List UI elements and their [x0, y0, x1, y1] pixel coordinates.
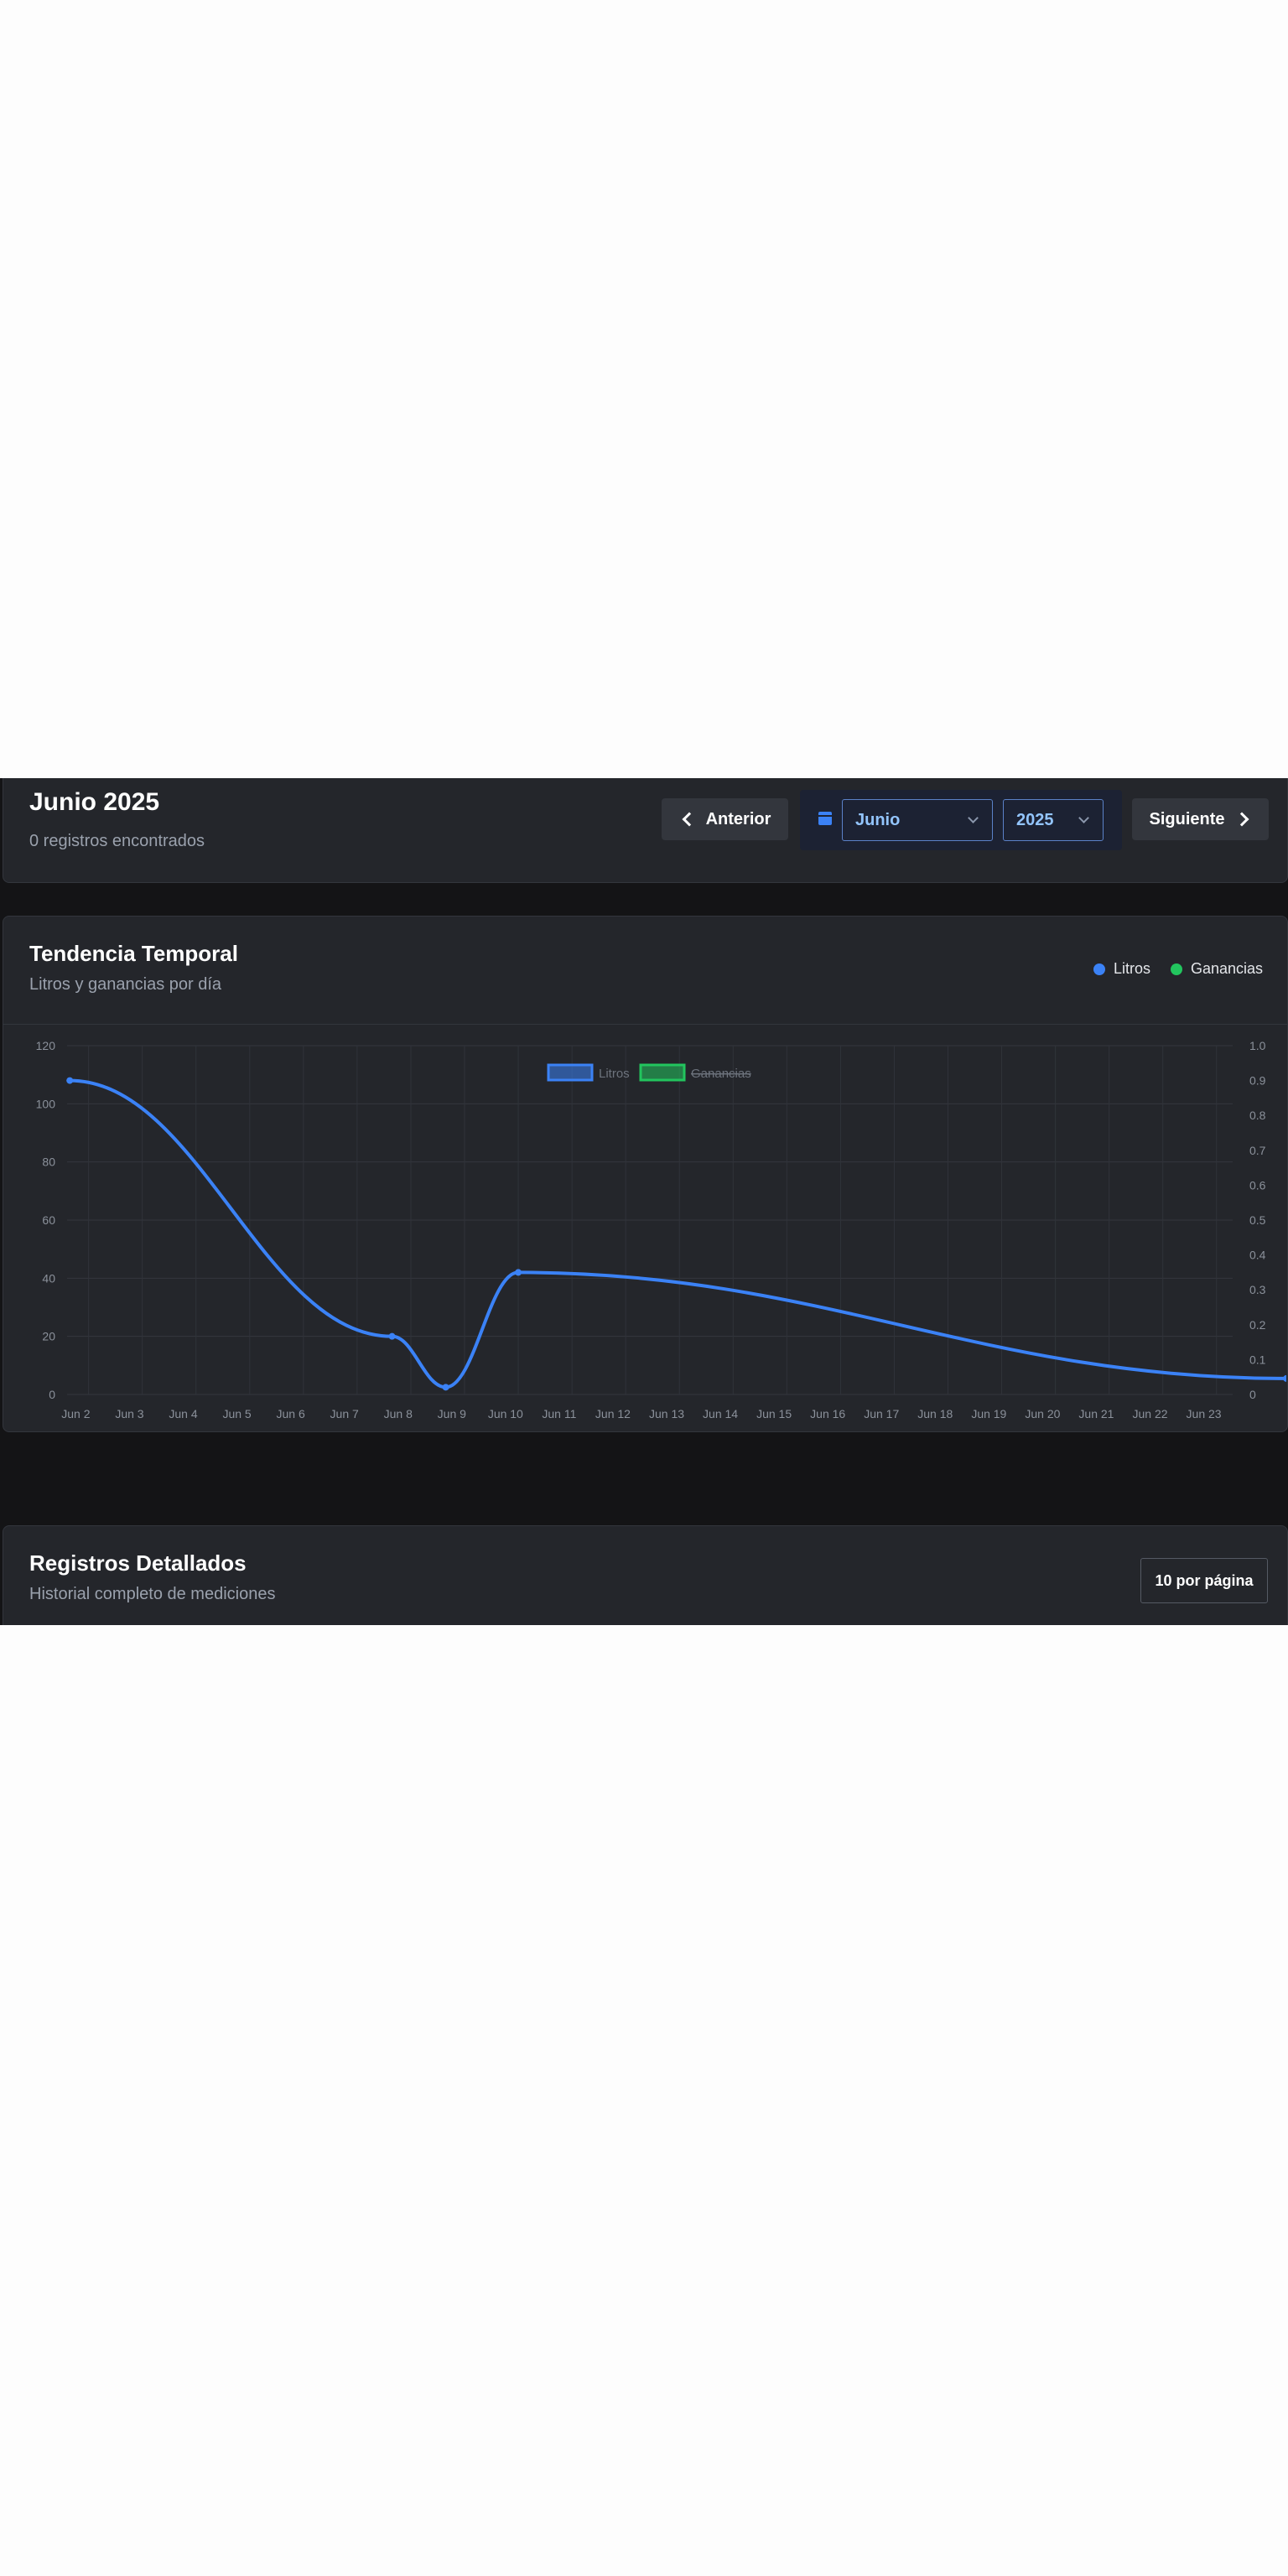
chart-card-subtitle: Litros y ganancias por día	[29, 975, 222, 994]
data-point-litros	[515, 1269, 522, 1276]
y-right-tick-label: 0.6	[1249, 1178, 1266, 1192]
y-left-tick-label: 0	[49, 1388, 55, 1401]
y-left-tick-label: 100	[36, 1097, 56, 1110]
next-month-button[interactable]: Siguiente	[1132, 798, 1269, 840]
legend-label: Ganancias	[691, 1067, 751, 1081]
y-left-tick-label: 120	[36, 1039, 56, 1052]
next-label: Siguiente	[1149, 809, 1225, 828]
line-chart: 0 20 40 60 80 100 120 0 0.1 0.2 0.3 0.4 0.5 0.6 0.7 0.8…	[36, 1039, 1286, 1420]
x-tick-label: Jun 18	[917, 1407, 953, 1420]
trend-chart-card: Tendencia Temporal Litros y ganancias po…	[3, 916, 1288, 1432]
chevron-right-icon	[1234, 812, 1249, 827]
y-left-tick-label: 80	[42, 1156, 55, 1169]
legend-swatch	[547, 1063, 594, 1082]
x-tick-label: Jun 7	[330, 1407, 359, 1420]
x-tick-label: Jun 14	[703, 1407, 738, 1420]
divider	[3, 1024, 1287, 1025]
x-tick-label: Jun 23	[1187, 1407, 1222, 1420]
legend-label: Ganancias	[1191, 960, 1264, 977]
previous-month-button[interactable]: Anterior	[662, 798, 788, 840]
records-card-title: Registros Detallados	[29, 1550, 247, 1576]
chevron-down-icon	[1078, 813, 1089, 823]
data-point-litros	[66, 1077, 74, 1084]
legend-litros: Litros	[1093, 960, 1150, 978]
chevron-down-icon	[968, 813, 979, 823]
x-tick-label: Jun 9	[438, 1407, 466, 1420]
blue-dot-icon	[1093, 963, 1105, 975]
chevron-left-icon	[682, 812, 697, 827]
dashboard-screen: Junio 2025 0 registros encontrados Anter…	[0, 778, 1288, 1625]
y-left-tick-label: 60	[42, 1213, 55, 1227]
y-right-tick-label: 0.8	[1249, 1109, 1266, 1122]
y-left-tick-label: 20	[42, 1330, 55, 1343]
data-point-litros	[442, 1384, 449, 1391]
x-tick-label: Jun 2	[61, 1407, 90, 1420]
x-tick-label: Jun 3	[115, 1407, 143, 1420]
year-select-value: 2025	[1016, 811, 1054, 829]
y-right-tick-label: 0	[1249, 1388, 1256, 1401]
legend-label: Litros	[1114, 960, 1151, 977]
page-title: Junio 2025	[29, 788, 160, 816]
y-right-tick-label: 0.3	[1249, 1283, 1266, 1296]
records-card: Registros Detallados Historial completo …	[3, 1525, 1288, 1625]
per-page-select[interactable]: 10 por página	[1140, 1558, 1268, 1603]
x-tick-label: Jun 4	[169, 1407, 197, 1420]
x-tick-label: Jun 13	[649, 1407, 684, 1420]
y-right-tick-label: 0.1	[1249, 1353, 1266, 1366]
calendar-icon	[818, 812, 832, 825]
y-right-tick-label: 0.4	[1249, 1249, 1266, 1262]
series-line-litros	[70, 1078, 1286, 1389]
data-point-litros	[388, 1332, 396, 1340]
date-picker: Junio 2025	[800, 790, 1122, 850]
x-tick-label: Jun 16	[810, 1407, 845, 1420]
x-tick-label: Jun 15	[756, 1407, 792, 1420]
data-point-litros	[1283, 1374, 1286, 1382]
x-tick-label: Jun 5	[222, 1407, 251, 1420]
previous-label: Anterior	[705, 809, 771, 828]
y-right-tick-label: 0.7	[1249, 1144, 1266, 1157]
x-tick-label: Jun 6	[277, 1407, 305, 1420]
x-tick-label: Jun 19	[971, 1407, 1006, 1420]
year-select[interactable]: 2025	[1003, 799, 1104, 841]
x-tick-label: Jun 12	[595, 1407, 631, 1420]
green-dot-icon	[1171, 963, 1182, 975]
x-tick-label: Jun 10	[488, 1407, 523, 1420]
y-right-tick-label: 0.5	[1249, 1213, 1266, 1227]
x-tick-label: Jun 20	[1025, 1407, 1060, 1420]
x-tick-label: Jun 22	[1132, 1407, 1167, 1420]
x-tick-label: Jun 17	[864, 1407, 899, 1420]
chart-card-title: Tendencia Temporal	[29, 941, 238, 966]
x-tick-label: Jun 11	[542, 1407, 576, 1420]
legend-label: Litros	[599, 1067, 630, 1081]
y-left-tick-label: 40	[42, 1271, 55, 1285]
month-header-card: Junio 2025 0 registros encontrados Anter…	[3, 778, 1288, 883]
records-card-subtitle: Historial completo de mediciones	[29, 1585, 276, 1603]
legend-swatch	[639, 1063, 686, 1082]
y-right-tick-label: 1.0	[1249, 1039, 1266, 1052]
x-tick-label: Jun 8	[384, 1407, 413, 1420]
month-select-value: Junio	[855, 811, 901, 829]
x-tick-label: Jun 21	[1078, 1407, 1114, 1420]
legend-ganancias: Ganancias	[1171, 960, 1263, 978]
y-right-tick-label: 0.2	[1249, 1318, 1266, 1332]
records-count: 0 registros encontrados	[29, 832, 205, 850]
y-right-tick-label: 0.9	[1249, 1074, 1266, 1088]
month-select[interactable]: Junio	[842, 799, 993, 841]
